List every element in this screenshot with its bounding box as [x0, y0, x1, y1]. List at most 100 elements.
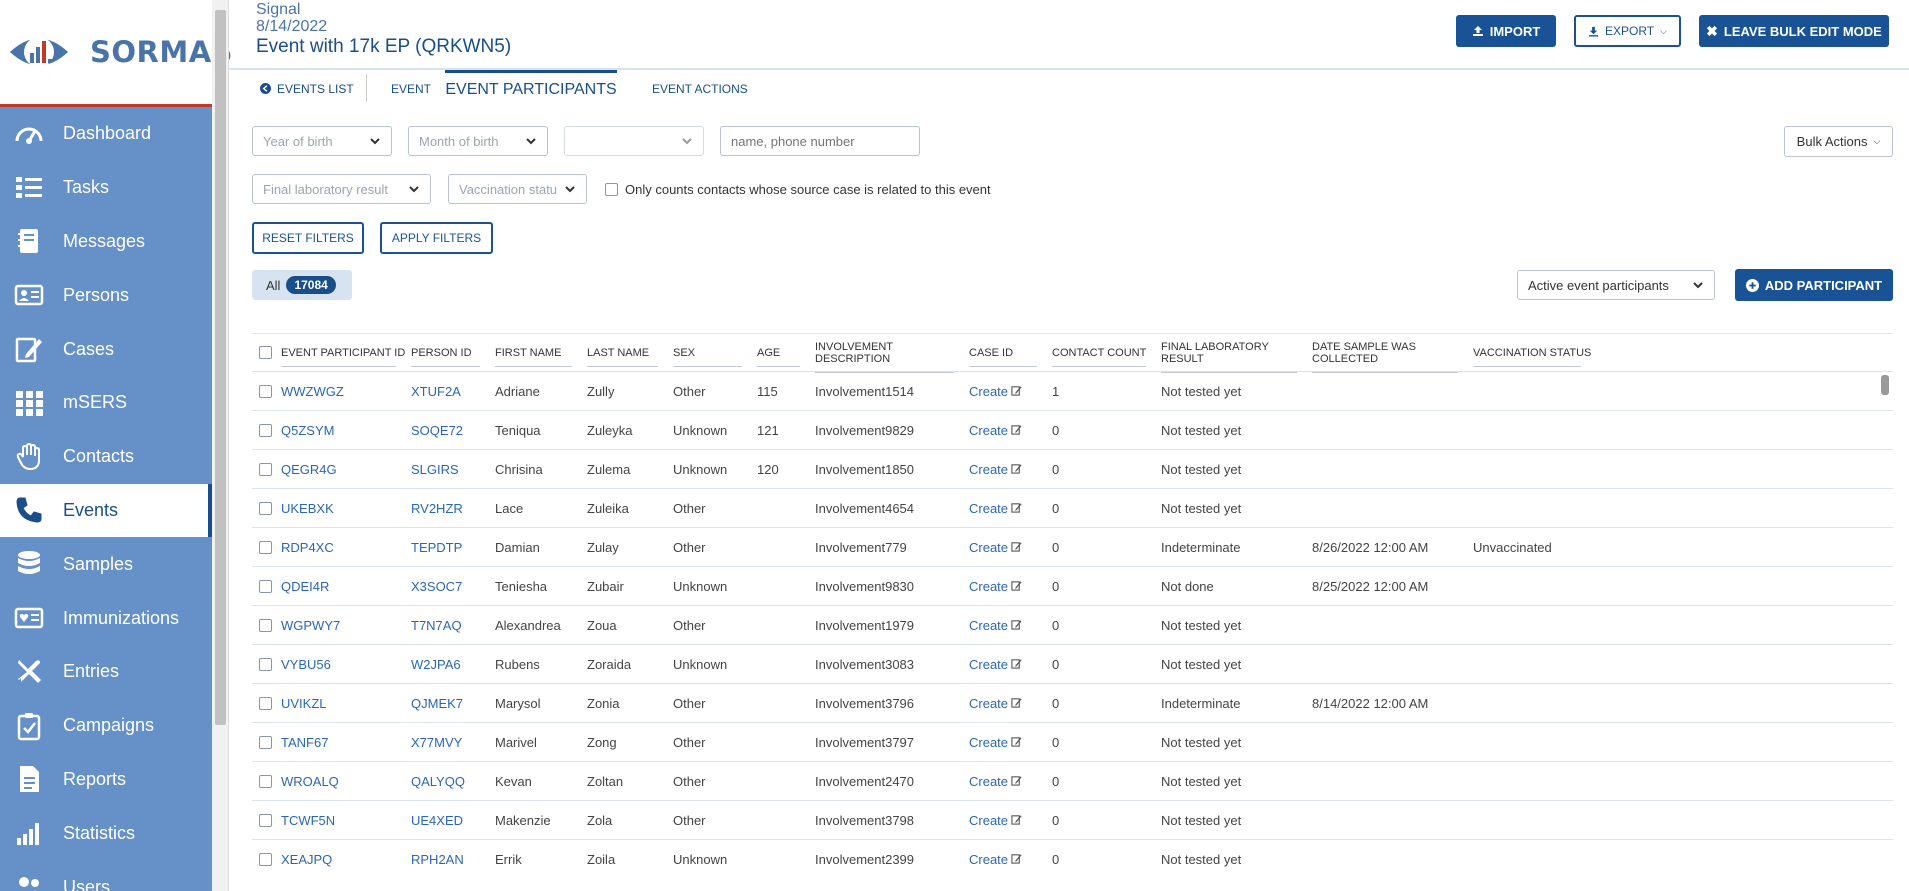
cell-participant-id[interactable]: WROALQ — [278, 774, 408, 789]
sidebar-item-reports[interactable]: Reports — [0, 753, 212, 807]
cell-person-id[interactable]: X3SOC7 — [408, 579, 492, 594]
table-row[interactable]: VYBU56 W2JPA6 Rubens Zoraida Unknown Involvem… — [252, 644, 1893, 683]
month-of-birth-select[interactable]: Month of birth — [408, 126, 548, 156]
row-checkbox[interactable] — [258, 384, 272, 398]
row-checkbox[interactable] — [258, 696, 272, 710]
cell-case-id[interactable]: Create — [966, 618, 1049, 633]
participant-scope-select[interactable]: Active event participants — [1517, 270, 1715, 300]
cell-person-id[interactable]: W2JPA6 — [408, 657, 492, 672]
row-checkbox[interactable] — [258, 852, 272, 866]
sidebar-item-tasks[interactable]: Tasks — [0, 161, 212, 215]
import-button[interactable]: IMPORT — [1456, 15, 1556, 47]
table-row[interactable]: QEGR4G SLGIRS Chrisina Zulema Unknown 120 Invo… — [252, 449, 1893, 488]
column-header-age[interactable]: AGE — [754, 347, 812, 367]
cell-participant-id[interactable]: QDEI4R — [278, 579, 408, 594]
table-row[interactable]: WROALQ QALYQQ Kevan Zoltan Other Involvement2… — [252, 761, 1893, 800]
row-checkbox[interactable] — [258, 462, 272, 476]
all-filter-tab[interactable]: All 17084 — [252, 270, 352, 300]
cell-case-id[interactable]: Create — [966, 774, 1049, 789]
bulk-actions-button[interactable]: Bulk Actions ⌵ — [1784, 126, 1893, 157]
sidebar-item-campaigns[interactable]: Campaigns — [0, 699, 212, 753]
cell-person-id[interactable]: RPH2AN — [408, 852, 492, 867]
cell-person-id[interactable]: QJMEK7 — [408, 696, 492, 711]
table-row[interactable]: WGPWY7 T7N7AQ Alexandrea Zoua Other Involveme… — [252, 605, 1893, 644]
final-lab-result-select[interactable]: Final laboratory result — [252, 174, 431, 204]
cell-person-id[interactable]: TEPDTP — [408, 540, 492, 555]
table-scrollbar-thumb[interactable] — [1881, 375, 1889, 395]
sidebar-item-persons[interactable]: Persons — [0, 268, 212, 322]
column-header-sex[interactable]: SEX — [670, 347, 754, 367]
cell-case-id[interactable]: Create — [966, 423, 1049, 438]
table-row[interactable]: QDEI4R X3SOC7 Teniesha Zubair Unknown Involve… — [252, 566, 1893, 605]
cell-case-id[interactable]: Create — [966, 540, 1049, 555]
column-header-involvement[interactable]: INVOLVEMENT DESCRIPTION — [812, 341, 966, 373]
logo-area[interactable]: SORMAS — [0, 0, 233, 107]
row-checkbox[interactable] — [258, 774, 272, 788]
sidebar-item-statistics[interactable]: Statistics — [0, 806, 212, 860]
cell-person-id[interactable]: UE4XED — [408, 813, 492, 828]
sidebar-scrollbar[interactable] — [212, 0, 229, 891]
column-header-case-id[interactable]: CASE ID — [966, 347, 1049, 367]
table-row[interactable]: RDP4XC TEPDTP Damian Zulay Other Involvement7… — [252, 527, 1893, 566]
sidebar-item-messages[interactable]: Messages — [0, 215, 212, 269]
sidebar-item-dashboard[interactable]: Dashboard — [0, 107, 212, 161]
sidebar-item-cases[interactable]: Cases — [0, 322, 212, 376]
column-header-vaccination-status[interactable]: VACCINATION STATUS — [1470, 347, 1593, 367]
row-checkbox[interactable] — [258, 579, 272, 593]
column-header-final-lab-result[interactable]: FINAL LABORATORY RESULT — [1158, 341, 1309, 373]
cell-participant-id[interactable]: TCWF5N — [278, 813, 408, 828]
column-header-person-id[interactable]: PERSON ID — [408, 347, 492, 367]
sidebar-item-users[interactable]: Users — [0, 860, 212, 891]
reset-filters-button[interactable]: RESET FILTERS — [252, 222, 364, 254]
cell-person-id[interactable]: QALYQQ — [408, 774, 492, 789]
cell-case-id[interactable]: Create — [966, 813, 1049, 828]
day-of-birth-select[interactable] — [564, 126, 704, 156]
cell-participant-id[interactable]: VYBU56 — [278, 657, 408, 672]
cell-participant-id[interactable]: XEAJPQ — [278, 852, 408, 867]
cell-case-id[interactable]: Create — [966, 501, 1049, 516]
cell-case-id[interactable]: Create — [966, 579, 1049, 594]
sidebar-item-msers[interactable]: mSERS — [0, 376, 212, 430]
table-row[interactable]: Q5ZSYM SOQE72 Teniqua Zuleyka Unknown 121 Invo… — [252, 410, 1893, 449]
row-checkbox[interactable] — [258, 618, 272, 632]
column-header-first-name[interactable]: FIRST NAME — [492, 347, 584, 367]
leave-bulk-edit-button[interactable]: ✖ LEAVE BULK EDIT MODE — [1699, 15, 1889, 47]
cell-case-id[interactable]: Create — [966, 696, 1049, 711]
row-checkbox[interactable] — [258, 423, 272, 437]
only-counts-checkbox[interactable] — [605, 183, 618, 196]
column-header-last-name[interactable]: LAST NAME — [584, 347, 670, 367]
sidebar-item-events[interactable]: Events — [0, 483, 212, 538]
year-of-birth-select[interactable]: Year of birth — [252, 126, 392, 156]
add-participant-button[interactable]: ADD PARTICIPANT — [1735, 269, 1893, 301]
cell-case-id[interactable]: Create — [966, 657, 1049, 672]
row-checkbox[interactable] — [258, 657, 272, 671]
vaccination-status-select[interactable]: Vaccination statu — [448, 174, 587, 204]
cell-person-id[interactable]: RV2HZR — [408, 501, 492, 516]
row-checkbox[interactable] — [258, 735, 272, 749]
table-row[interactable]: WWZWGZ XTUF2A Adriane Zully Other 115 Involvem… — [252, 371, 1893, 410]
row-checkbox[interactable] — [258, 501, 272, 515]
tab-events-list[interactable]: EVENTS LIST — [260, 70, 354, 107]
table-scrollbar[interactable] — [1877, 375, 1893, 875]
export-button[interactable]: EXPORT ⌵ — [1574, 15, 1681, 47]
tab-event[interactable]: EVENT — [391, 70, 431, 107]
sidebar-item-contacts[interactable]: Contacts — [0, 430, 212, 484]
sidebar-item-entries[interactable]: Entries — [0, 645, 212, 699]
table-row[interactable]: XEAJPQ RPH2AN Errik Zoila Unknown Involvement… — [252, 839, 1893, 878]
apply-filters-button[interactable]: APPLY FILTERS — [380, 222, 493, 254]
cell-person-id[interactable]: SLGIRS — [408, 462, 492, 477]
cell-person-id[interactable]: X77MVY — [408, 735, 492, 750]
column-header-participant-id[interactable]: EVENT PARTICIPANT ID — [278, 347, 408, 367]
search-input[interactable] — [720, 126, 920, 156]
sidebar-scrollbar-thumb[interactable] — [215, 10, 226, 725]
tab-event-actions[interactable]: EVENT ACTIONS — [652, 70, 748, 107]
tab-event-participants[interactable]: EVENT PARTICIPANTS — [445, 70, 617, 107]
cell-person-id[interactable]: SOQE72 — [408, 423, 492, 438]
cell-participant-id[interactable]: RDP4XC — [278, 540, 408, 555]
cell-participant-id[interactable]: QEGR4G — [278, 462, 408, 477]
cell-participant-id[interactable]: UVIKZL — [278, 696, 408, 711]
cell-participant-id[interactable]: WGPWY7 — [278, 618, 408, 633]
cell-participant-id[interactable]: TANF67 — [278, 735, 408, 750]
select-all-checkbox[interactable] — [258, 346, 272, 359]
table-row[interactable]: TCWF5N UE4XED Makenzie Zola Other Involvement… — [252, 800, 1893, 839]
